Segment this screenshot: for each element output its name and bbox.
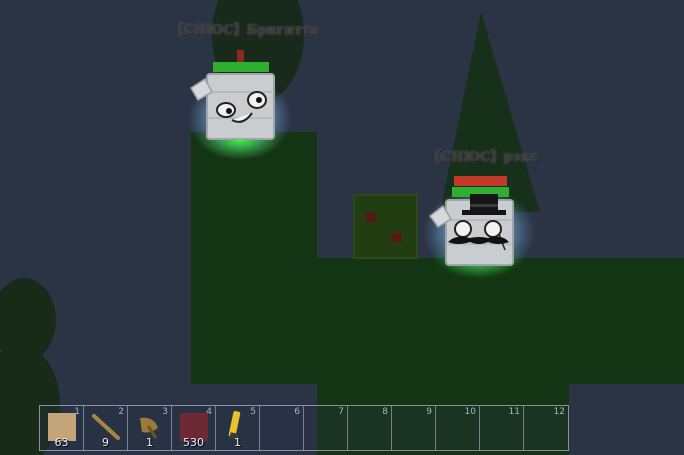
game-scene[interactable]: 【СНЮС】Бригитта 【СНЮС】рэкс 1 63 2 9 3 1 4…: [0, 0, 684, 455]
hotbar-slot-2[interactable]: 2 9: [84, 406, 128, 450]
player-name-tag: 【СНЮС】Бригитта: [171, 23, 319, 38]
hotbar-slot-10[interactable]: 10: [436, 406, 480, 450]
slot-count: 1: [234, 436, 241, 449]
hotbar-slot-12[interactable]: 12: [524, 406, 568, 450]
slot-number: 4: [206, 407, 212, 417]
world-layer: [0, 0, 684, 455]
slot-number: 6: [294, 407, 300, 417]
slot-number: 3: [162, 407, 168, 417]
slot-number: 12: [553, 407, 565, 417]
hotbar-slot-5[interactable]: 5 1: [216, 406, 260, 450]
slot-number: 10: [464, 407, 476, 417]
slot-count: 530: [183, 436, 204, 449]
hotbar: 1 63 2 9 3 1 4 530 5 1 6 7 8 9 10 11 12: [39, 405, 569, 451]
slot-number: 8: [382, 407, 388, 417]
hotbar-slot-3[interactable]: 3 1: [128, 406, 172, 450]
slot-number: 7: [338, 407, 344, 417]
hotbar-slot-7[interactable]: 7: [304, 406, 348, 450]
hotbar-slot-8[interactable]: 8: [348, 406, 392, 450]
slot-number: 1: [74, 407, 80, 417]
hotbar-slot-6[interactable]: 6: [260, 406, 304, 450]
health-bar-background: [454, 176, 507, 186]
player-name-tag: 【СНЮС】рэкс: [428, 150, 539, 165]
slot-number: 9: [426, 407, 432, 417]
slot-count: 9: [102, 436, 109, 449]
slime-enemy: [353, 194, 418, 259]
hotbar-slot-1[interactable]: 1 63: [40, 406, 84, 450]
hotbar-slot-11[interactable]: 11: [480, 406, 524, 450]
slot-count: 63: [54, 436, 69, 449]
hotbar-slot-4[interactable]: 4 530: [172, 406, 216, 450]
slot-number: 2: [118, 407, 124, 417]
slot-count: 1: [146, 436, 153, 449]
health-bar: [213, 62, 269, 72]
slot-number: 5: [250, 407, 256, 417]
hotbar-slot-9[interactable]: 9: [392, 406, 436, 450]
slot-number: 11: [508, 407, 520, 417]
